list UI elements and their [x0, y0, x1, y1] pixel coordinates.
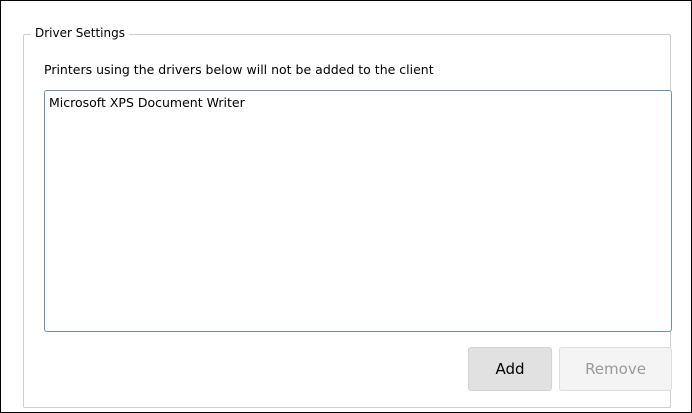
remove-button[interactable]: Remove	[559, 347, 672, 391]
driver-list[interactable]: Microsoft XPS Document Writer	[44, 90, 672, 332]
add-button[interactable]: Add	[468, 347, 552, 391]
group-title: Driver Settings	[31, 25, 129, 41]
window-frame: Driver Settings Printers using the drive…	[0, 0, 692, 413]
driver-settings-description: Printers using the drivers below will no…	[44, 62, 434, 77]
list-item[interactable]: Microsoft XPS Document Writer	[49, 95, 667, 111]
